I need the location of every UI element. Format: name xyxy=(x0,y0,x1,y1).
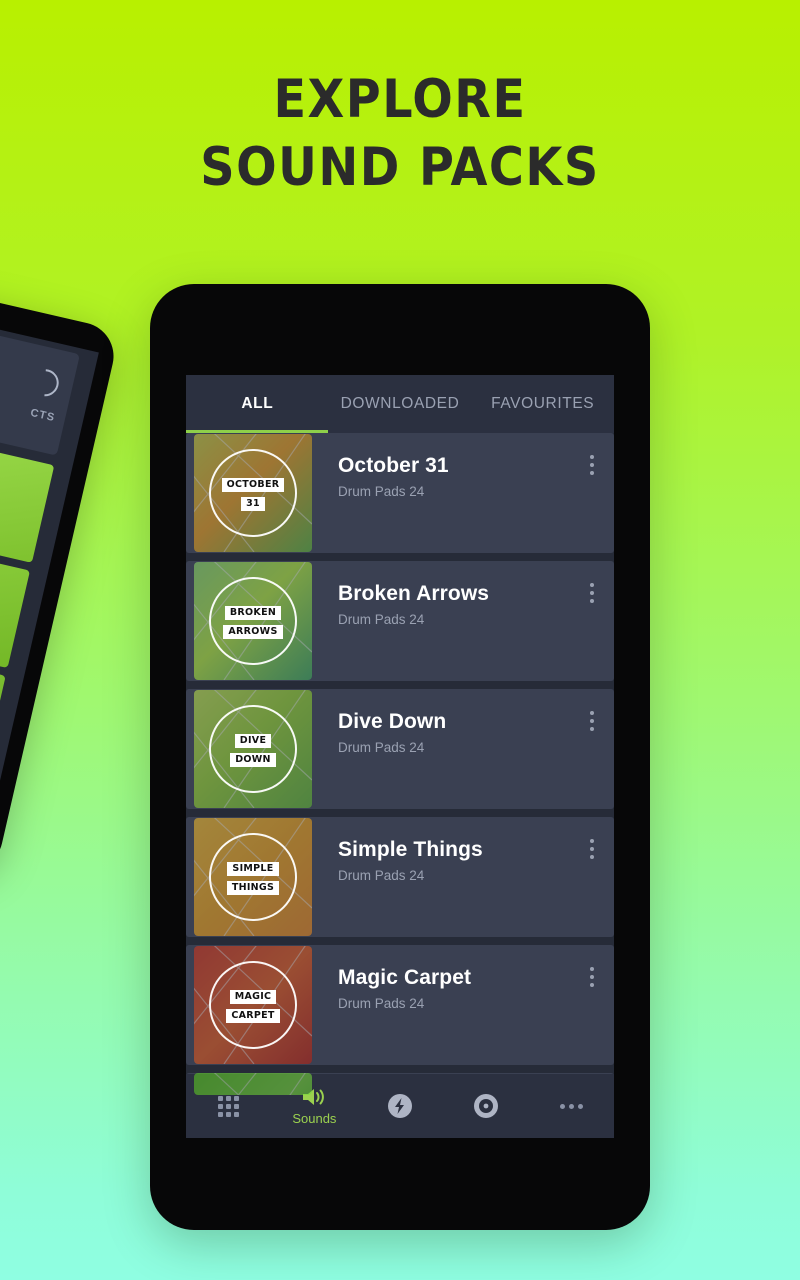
artwork-label-line1: OCTOBER xyxy=(221,478,285,492)
artwork-label-line1: BROKEN xyxy=(224,606,282,620)
pack-title: Dive Down xyxy=(338,710,447,733)
app-screen: ALL DOWNLOADED FAVOURITES OCTOBER 31 Oct… xyxy=(186,375,614,1138)
list-item-text: Magic Carpet Drum Pads 24 xyxy=(312,945,570,1069)
record-circle-icon xyxy=(473,1094,498,1118)
pack-subtitle: Drum Pads 24 xyxy=(338,484,425,499)
secondary-phone-screen: CTS xyxy=(0,312,99,846)
overflow-menu-icon[interactable] xyxy=(570,689,614,813)
artwork-pattern xyxy=(194,1073,312,1095)
overflow-menu-icon[interactable] xyxy=(570,945,614,1069)
page-title: EXPLORE SOUND PACKS xyxy=(0,66,800,202)
pack-artwork: MAGIC CARPET xyxy=(194,946,312,1064)
artwork-label-line2: THINGS xyxy=(226,881,280,895)
list-item[interactable]: SIMPLE THINGS Simple Things Drum Pads 24 xyxy=(186,817,614,941)
nav-item-more[interactable] xyxy=(528,1103,614,1109)
artwork-label: SIMPLE THINGS xyxy=(194,858,312,896)
artwork-label: BROKEN ARROWS xyxy=(194,602,312,640)
list-item[interactable]: BROKEN ARROWS Broken Arrows Drum Pads 24 xyxy=(186,561,614,685)
artwork-label-line2: CARPET xyxy=(226,1009,280,1023)
pack-title: Magic Carpet xyxy=(338,966,472,989)
artwork-label-line2: 31 xyxy=(241,497,265,511)
overflow-menu-icon[interactable] xyxy=(570,433,614,557)
nav-item-pads[interactable] xyxy=(186,1095,272,1117)
pack-artwork: OCTOBER 31 xyxy=(194,434,312,552)
pack-subtitle: Drum Pads 24 xyxy=(338,612,425,627)
pack-title: Broken Arrows xyxy=(338,582,490,605)
page-title-line1: EXPLORE xyxy=(273,69,527,130)
secondary-card-label: CTS xyxy=(29,406,57,425)
pack-title: October 31 xyxy=(338,454,449,477)
tab-favourites[interactable]: FAVOURITES xyxy=(471,395,614,413)
artwork-label-line2: DOWN xyxy=(230,753,276,767)
sound-pack-list[interactable]: OCTOBER 31 October 31 Drum Pads 24 BROKE… xyxy=(186,433,614,1138)
list-item-text: October 31 Drum Pads 24 xyxy=(312,433,570,557)
artwork-label-line2: ARROWS xyxy=(223,625,283,639)
pack-title: Simple Things xyxy=(338,838,483,861)
overflow-menu-icon[interactable] xyxy=(570,817,614,941)
rotate-icon xyxy=(26,363,65,402)
artwork-label: DIVE DOWN xyxy=(194,730,312,768)
artwork-label: MAGIC CARPET xyxy=(194,986,312,1024)
pack-subtitle: Drum Pads 24 xyxy=(338,740,425,755)
pack-artwork: DIVE DOWN xyxy=(194,690,312,808)
list-item-text: Broken Arrows Drum Pads 24 xyxy=(312,561,570,685)
grid-icon xyxy=(218,1095,240,1117)
list-item[interactable]: DIVE DOWN Dive Down Drum Pads 24 xyxy=(186,689,614,813)
list-item[interactable]: MAGIC CARPET Magic Carpet Drum Pads 24 xyxy=(186,945,614,1069)
secondary-phone-mockup: CTS xyxy=(0,283,121,877)
nav-item-record[interactable] xyxy=(443,1093,529,1119)
artwork-label-line1: SIMPLE xyxy=(227,862,279,876)
phone-mockup: ALL DOWNLOADED FAVOURITES OCTOBER 31 Oct… xyxy=(150,284,650,1230)
list-item-text: Simple Things Drum Pads 24 xyxy=(312,817,570,941)
pack-subtitle: Drum Pads 24 xyxy=(338,996,425,1011)
tab-downloaded[interactable]: DOWNLOADED xyxy=(329,395,472,413)
artwork-label-line1: DIVE xyxy=(234,734,272,748)
artwork-label: OCTOBER 31 xyxy=(194,474,312,512)
more-dots-icon xyxy=(559,1103,583,1109)
nav-item-sounds-label: Sounds xyxy=(292,1111,337,1126)
artwork-label-line1: MAGIC xyxy=(229,990,277,1004)
tab-bar: ALL DOWNLOADED FAVOURITES xyxy=(186,375,614,433)
pack-artwork xyxy=(194,1073,312,1095)
list-item-text: Dive Down Drum Pads 24 xyxy=(312,689,570,813)
pack-artwork: SIMPLE THINGS xyxy=(194,818,312,936)
overflow-menu-icon[interactable] xyxy=(570,561,614,685)
pack-subtitle: Drum Pads 24 xyxy=(338,868,425,883)
secondary-effects-card: CTS xyxy=(0,320,80,456)
bolt-circle-icon xyxy=(387,1094,412,1118)
tab-all[interactable]: ALL xyxy=(186,395,329,413)
list-item[interactable]: OCTOBER 31 October 31 Drum Pads 24 xyxy=(186,433,614,557)
pack-artwork: BROKEN ARROWS xyxy=(194,562,312,680)
nav-item-effects[interactable] xyxy=(357,1093,443,1119)
page-title-line2: SOUND PACKS xyxy=(200,137,600,198)
